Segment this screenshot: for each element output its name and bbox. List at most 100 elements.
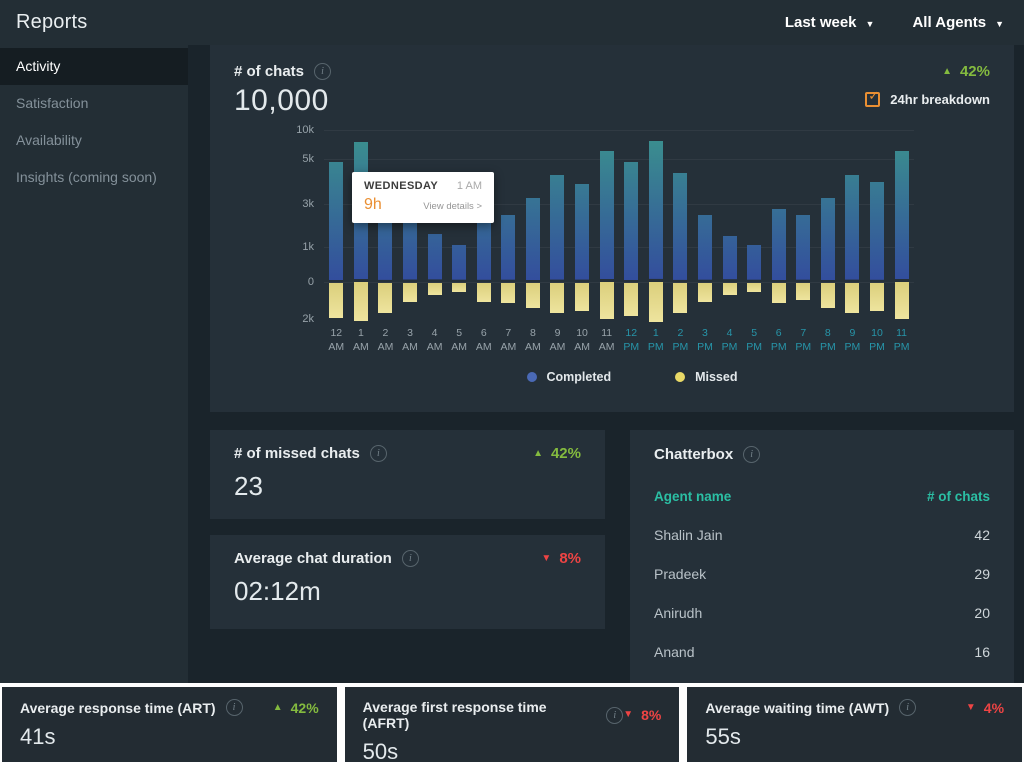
bar-completed[interactable] <box>649 141 663 279</box>
bar-completed[interactable] <box>600 151 614 280</box>
legend-item-completed[interactable]: Completed <box>527 370 612 384</box>
bar-missed[interactable] <box>550 283 564 314</box>
change-badge: ▼ 8% <box>623 707 661 723</box>
bar-missed[interactable] <box>600 282 614 319</box>
bottom-stats-strip: Average response time (ART) ▲ 42% 41s Av… <box>0 683 1024 768</box>
chart-column <box>619 130 644 319</box>
bar-completed[interactable] <box>624 162 638 280</box>
chart-column <box>766 130 791 319</box>
info-icon[interactable] <box>370 445 387 462</box>
bar-completed[interactable] <box>796 215 810 280</box>
bar-completed[interactable] <box>575 184 589 280</box>
change-percent: 42% <box>551 445 581 462</box>
bar-completed[interactable] <box>673 173 687 280</box>
chart-legend: Completed Missed <box>274 370 990 384</box>
total-chats-value: 10,000 <box>234 84 331 118</box>
bar-columns <box>324 130 914 319</box>
x-axis-tick: 1PM <box>644 326 669 354</box>
sidebar-item-availability[interactable]: Availability <box>0 122 188 159</box>
bar-missed[interactable] <box>895 282 909 319</box>
bar-completed[interactable] <box>698 215 712 280</box>
bar-missed[interactable] <box>477 283 491 302</box>
bar-completed[interactable] <box>772 209 786 280</box>
stat-card-title: Average response time (ART) <box>20 700 216 716</box>
bar-missed[interactable] <box>772 283 786 303</box>
bar-completed[interactable] <box>550 175 564 280</box>
bar-missed[interactable] <box>845 283 859 314</box>
bar-completed[interactable] <box>870 182 884 280</box>
info-icon[interactable] <box>314 63 331 80</box>
bar-completed[interactable] <box>747 245 761 280</box>
missed-chats-value: 23 <box>234 471 581 502</box>
bar-missed[interactable] <box>329 283 343 318</box>
bar-missed[interactable] <box>428 283 442 296</box>
bar-completed[interactable] <box>452 245 466 280</box>
chat-count-header: # of chats <box>927 489 990 504</box>
trend-arrow-icon: ▲ <box>942 67 952 77</box>
missed-chats-card: # of missed chats ▲ 42% 23 <box>210 430 605 519</box>
bar-completed[interactable] <box>329 162 343 280</box>
bar-missed[interactable] <box>796 283 810 301</box>
top-bar: Reports Last week All Agents <box>0 0 1024 45</box>
bar-missed[interactable] <box>501 283 515 303</box>
view-details-link[interactable]: View details > <box>423 201 482 212</box>
breakdown-toggle[interactable]: 24hr breakdown <box>865 92 990 107</box>
trend-arrow-icon: ▲ <box>273 703 283 713</box>
sidebar-item-insights-coming-soon[interactable]: Insights (coming soon) <box>0 159 188 196</box>
bar-missed[interactable] <box>354 282 368 321</box>
info-icon[interactable] <box>226 699 243 716</box>
bar-missed[interactable] <box>378 283 392 314</box>
y-axis-tick: 3k <box>276 198 314 210</box>
bar-missed[interactable] <box>403 283 417 302</box>
bar-completed[interactable] <box>895 151 909 280</box>
agents-dropdown[interactable]: All Agents <box>912 14 1004 31</box>
bar-chart: WEDNESDAY 1 AM 9h View details > 10k5k3k… <box>324 130 914 319</box>
chart-column <box>840 130 865 319</box>
x-axis-tick: 4PM <box>717 326 742 354</box>
bar-completed[interactable] <box>501 215 515 280</box>
breakdown-label: 24hr breakdown <box>890 92 990 107</box>
bar-completed[interactable] <box>821 198 835 280</box>
legend-item-missed[interactable]: Missed <box>675 370 737 384</box>
bar-missed[interactable] <box>649 282 663 322</box>
info-icon[interactable] <box>899 699 916 716</box>
bar-completed[interactable] <box>723 236 737 279</box>
stat-card-title: Average first response time (AFRT) <box>363 699 597 731</box>
sidebar-item-activity[interactable]: Activity <box>0 48 188 85</box>
agent-name-cell: Shalin Jain <box>654 527 723 543</box>
bar-missed[interactable] <box>452 283 466 292</box>
bar-completed[interactable] <box>428 234 442 279</box>
x-axis-tick: 4AM <box>422 326 447 354</box>
bar-missed[interactable] <box>526 283 540 309</box>
bar-completed[interactable] <box>526 198 540 280</box>
bar-missed[interactable] <box>575 283 589 312</box>
chart-column <box>742 130 767 319</box>
chart-tooltip: WEDNESDAY 1 AM 9h View details > <box>352 172 494 223</box>
chart-column <box>791 130 816 319</box>
timerange-dropdown[interactable]: Last week <box>785 14 875 31</box>
change-percent: 4% <box>984 700 1004 716</box>
bar-missed[interactable] <box>624 283 638 316</box>
x-axis-tick: 3AM <box>398 326 423 354</box>
x-axis-tick: 5PM <box>742 326 767 354</box>
x-axis-tick: 1AM <box>349 326 374 354</box>
bar-missed[interactable] <box>747 283 761 292</box>
bar-missed[interactable] <box>673 283 687 314</box>
x-axis-tick: 12PM <box>619 326 644 354</box>
chat-duration-value: 02:12m <box>234 576 581 607</box>
info-icon[interactable] <box>606 707 623 724</box>
bar-completed[interactable] <box>845 175 859 280</box>
bar-missed[interactable] <box>698 283 712 302</box>
stat-card-title: # of missed chats <box>234 445 360 462</box>
bar-missed[interactable] <box>723 283 737 296</box>
chart-column <box>865 130 890 319</box>
y-axis-tick: 1k <box>276 241 314 253</box>
sidebar-item-satisfaction[interactable]: Satisfaction <box>0 85 188 122</box>
bar-missed[interactable] <box>870 283 884 312</box>
chart-column <box>349 130 374 319</box>
checked-checkbox-icon[interactable] <box>865 92 880 107</box>
bar-missed[interactable] <box>821 283 835 309</box>
table-row: Pradeek29 <box>654 566 990 582</box>
info-icon[interactable] <box>402 550 419 567</box>
info-icon[interactable] <box>743 446 760 463</box>
